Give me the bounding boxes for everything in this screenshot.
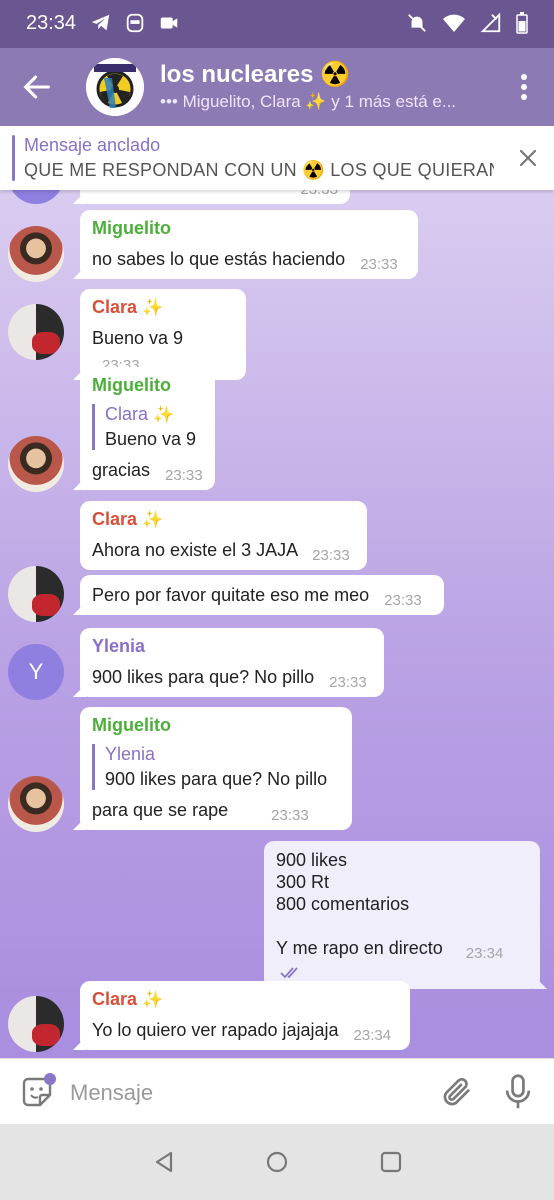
typing-status: ••• Miguelito, Clara ✨ y 1 más está e... [160, 92, 457, 111]
pinned-text: QUE ME RESPONDAN CON UN ☢️ LOS QUE QUIER… [24, 160, 494, 180]
close-icon[interactable] [516, 146, 540, 170]
message-text: 900 likes para que? No pillo [92, 667, 315, 687]
message-line: 300 Rt [276, 872, 330, 892]
message-bubble[interactable]: Pero por favor quitate eso me meo 23:33 [80, 575, 444, 615]
sender-name[interactable]: Miguelito [92, 375, 203, 396]
message-bubble[interactable]: Miguelito Ylenia 900 likes para que? No … [80, 707, 352, 830]
avatar[interactable] [8, 776, 64, 832]
avatar[interactable] [8, 304, 64, 360]
sender-name[interactable]: Miguelito [92, 715, 340, 736]
avatar[interactable] [8, 226, 64, 282]
message-time: 23:33 [312, 547, 350, 564]
message-time: 23:33 [360, 256, 398, 273]
message-text: Pero por favor quitate eso me meo [92, 585, 370, 605]
message-input[interactable] [70, 1073, 420, 1113]
nav-home-icon[interactable] [265, 1150, 289, 1174]
message-bubble[interactable]: Ylenia 900 likes para que? No pillo 23:3… [80, 628, 384, 697]
message-time: 23:33 [165, 467, 203, 484]
message-bubble[interactable]: Miguelito Clara ✨ Bueno va 9 gracias 23:… [80, 367, 215, 490]
telegram-icon [91, 14, 110, 31]
chat-header: los nucleares ☢️ ••• Miguelito, Clara ✨ … [0, 48, 554, 126]
sender-name[interactable]: Miguelito [92, 218, 406, 239]
message-text: Ahora no existe el 3 JAJA [92, 540, 298, 560]
reply-sender: Clara ✨ [105, 404, 175, 424]
message-time: 23:34 [465, 945, 504, 962]
avatar[interactable] [8, 566, 64, 622]
new-stickers-dot [44, 1073, 56, 1085]
reply-text: 900 likes para que? No pillo [105, 769, 328, 789]
message-text: no sabes lo que estás haciendo [92, 249, 346, 269]
reply-quote[interactable]: Clara ✨ Bueno va 9 [92, 404, 203, 450]
message-text: Yo lo quiero ver rapado jajajaja [92, 1020, 339, 1040]
system-navigation-bar [0, 1124, 554, 1200]
sender-name[interactable]: Ylenia [92, 636, 372, 657]
chat-messages[interactable]: 23:33 Miguelito no sabes lo que estás ha… [0, 190, 554, 1058]
message-time: 23:33 [271, 807, 309, 824]
pinned-accent-bar [12, 135, 15, 181]
message-bubble[interactable]: Clara ✨ Ahora no existe el 3 JAJA 23:33 [80, 501, 367, 570]
battery-icon [516, 12, 528, 34]
partial-avatar [8, 190, 64, 204]
message-time: 23:33 [300, 190, 338, 198]
sender-name[interactable]: Clara ✨ [92, 297, 234, 318]
avatar[interactable]: Y [8, 644, 64, 700]
message-line: 900 likes [276, 850, 348, 870]
message-composer [0, 1058, 554, 1124]
message-bubble[interactable]: Clara ✨ Yo lo quiero ver rapado jajajaja… [80, 981, 410, 1050]
reply-text: Bueno va 9 [105, 429, 197, 449]
reply-sender: Ylenia [105, 744, 156, 764]
message-line [276, 915, 528, 937]
pinned-message[interactable]: Mensaje anclado QUE ME RESPONDAN CON UN … [0, 126, 554, 190]
status-bar: 23:34 [0, 0, 554, 48]
sender-name[interactable]: Clara ✨ [92, 509, 355, 530]
radioactive-emoji: ☢️ [320, 61, 350, 88]
message-bubble[interactable]: 23:33 [80, 190, 350, 204]
status-time: 23:34 [26, 12, 77, 34]
group-title[interactable]: los nucleares ☢️ [160, 60, 350, 89]
wifi-icon [443, 14, 465, 32]
pinned-title: Mensaje anclado [24, 135, 161, 155]
message-line: Y me rapo en directo [276, 938, 443, 958]
app-icon [126, 13, 144, 33]
sparkle-emoji: ✨ [153, 405, 175, 424]
message-time: 23:34 [353, 1027, 392, 1044]
video-icon [160, 17, 178, 29]
back-arrow-icon[interactable] [20, 70, 54, 104]
avatar[interactable] [8, 436, 64, 492]
sparkle-emoji: ✨ [142, 298, 164, 317]
message-line: 800 comentarios [276, 894, 410, 914]
sparkle-emoji: ✨ [142, 510, 164, 529]
message-text: Bueno va 9 [92, 328, 184, 348]
more-options-icon[interactable] [518, 72, 530, 102]
avatar[interactable] [8, 996, 64, 1052]
message-time: 23:33 [384, 592, 422, 609]
group-avatar[interactable] [86, 58, 144, 116]
no-signal-icon [480, 12, 501, 33]
sender-name[interactable]: Clara ✨ [92, 989, 398, 1010]
message-time: 23:33 [329, 674, 367, 691]
sparkle-emoji: ✨ [142, 990, 164, 1009]
nav-back-icon[interactable] [152, 1150, 176, 1174]
nav-recents-icon[interactable] [380, 1151, 402, 1173]
microphone-icon[interactable] [504, 1073, 532, 1111]
mute-bell-icon [408, 14, 426, 32]
reply-quote[interactable]: Ylenia 900 likes para que? No pillo [92, 744, 340, 790]
outgoing-message-bubble[interactable]: 900 likes 300 Rt 800 comentarios Y me ra… [264, 841, 540, 989]
message-bubble[interactable]: Miguelito no sabes lo que estás haciendo… [80, 210, 418, 279]
double-check-icon [280, 967, 298, 979]
message-text: para que se rape [92, 800, 229, 820]
message-text: gracias [92, 460, 151, 480]
attach-icon[interactable] [440, 1075, 474, 1109]
